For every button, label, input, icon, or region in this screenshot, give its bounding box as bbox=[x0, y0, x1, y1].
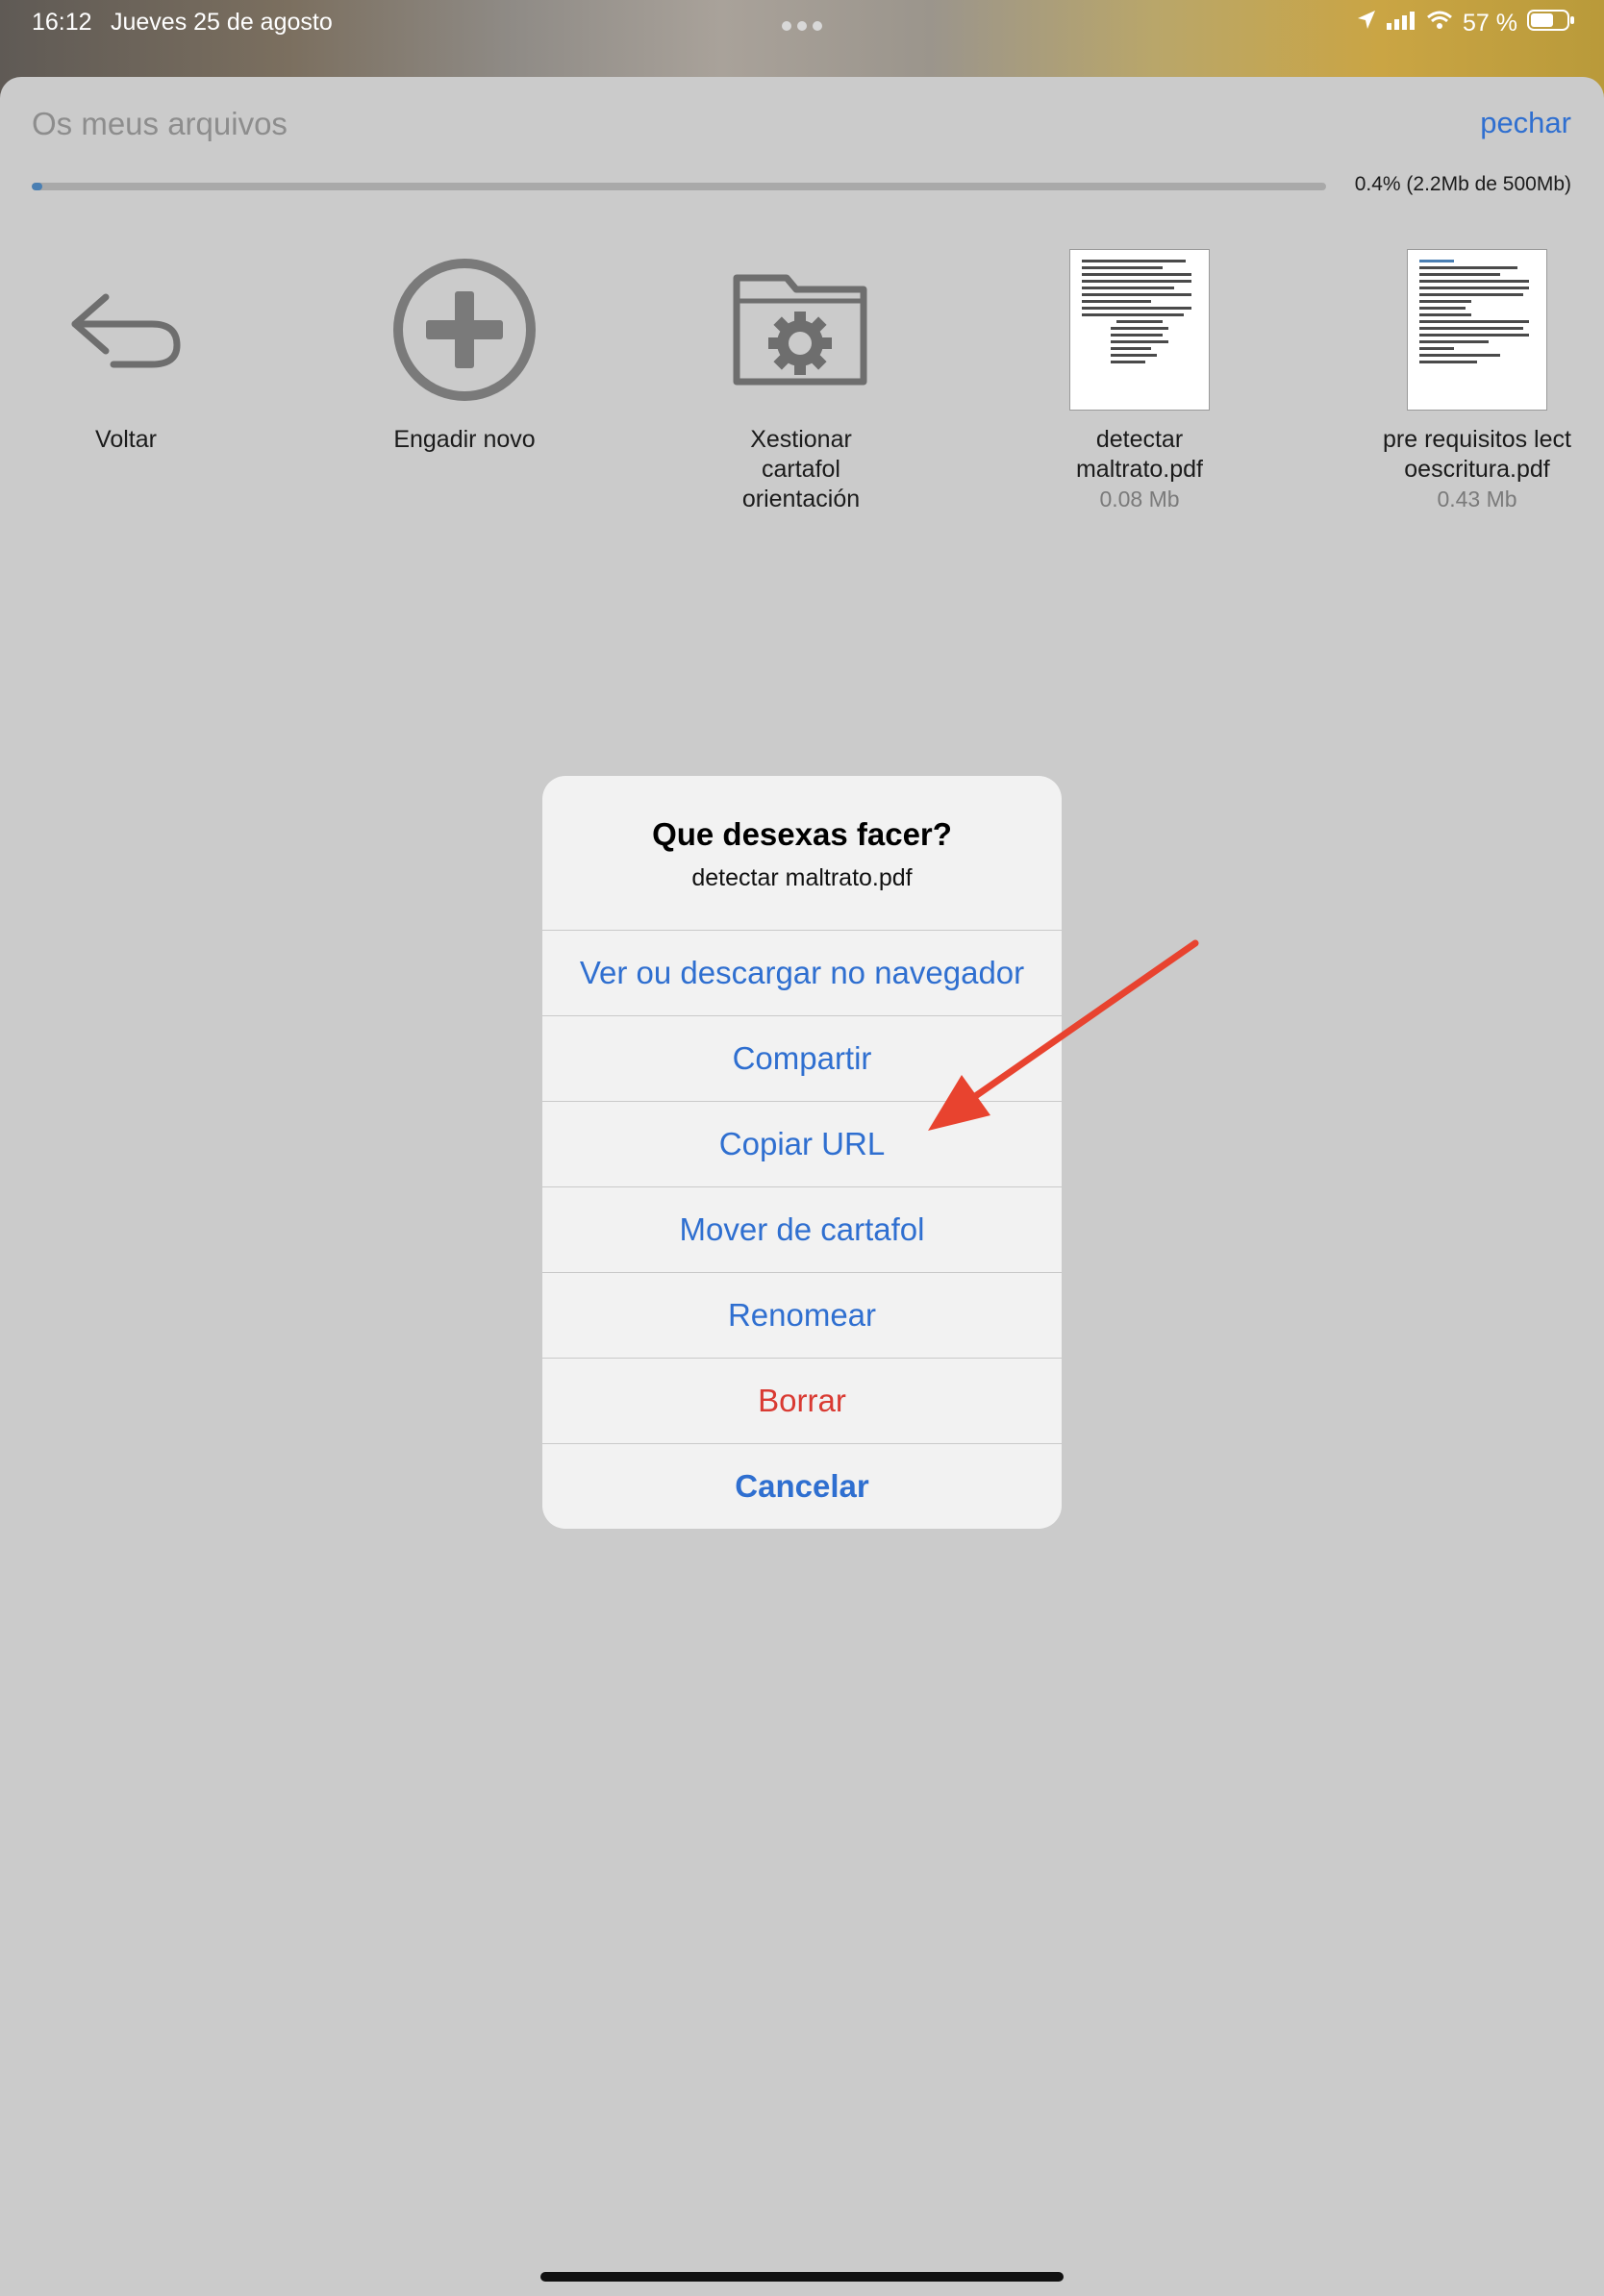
item-label: pre requisitos lectoescritura.pdf bbox=[1383, 426, 1571, 483]
status-bar: 16:12 Jueves 25 de agosto 57 % bbox=[0, 0, 1604, 46]
item-label: Voltar bbox=[95, 426, 157, 453]
status-date: Jueves 25 de agosto bbox=[111, 9, 333, 36]
delete-button[interactable]: Borrar bbox=[542, 1358, 1062, 1443]
folder-gear-icon bbox=[686, 248, 916, 412]
status-time: 16:12 bbox=[32, 9, 92, 36]
view-download-button[interactable]: Ver ou descargar no navegador bbox=[542, 930, 1062, 1015]
file-item-detectar-maltrato[interactable]: detectar maltrato.pdf 0.08 Mb bbox=[1024, 248, 1255, 514]
rename-button[interactable]: Renomear bbox=[542, 1272, 1062, 1358]
close-button[interactable]: pechar bbox=[1480, 106, 1571, 140]
item-size: 0.43 Mb bbox=[1437, 487, 1517, 512]
add-new-item[interactable]: Engadir novo bbox=[349, 248, 580, 455]
move-folder-button[interactable]: Mover de cartafol bbox=[542, 1186, 1062, 1272]
item-label: Engadir novo bbox=[393, 426, 536, 453]
pdf-thumbnail bbox=[1024, 248, 1255, 412]
pdf-thumbnail bbox=[1362, 248, 1592, 412]
back-arrow-icon bbox=[11, 248, 241, 412]
dialog-header: Que desexas facer? detectar maltrato.pdf bbox=[542, 776, 1062, 930]
copy-url-button[interactable]: Copiar URL bbox=[542, 1101, 1062, 1186]
storage-progress-bar bbox=[32, 183, 1326, 190]
item-label: detectar maltrato.pdf bbox=[1075, 426, 1203, 483]
item-label: Xestionar cartafol orientación bbox=[741, 426, 861, 512]
manage-folder-item[interactable]: Xestionar cartafol orientación bbox=[686, 248, 916, 514]
home-indicator[interactable] bbox=[540, 2272, 1064, 2282]
action-sheet-dialog: Que desexas facer? detectar maltrato.pdf… bbox=[542, 776, 1062, 1529]
signal-icon bbox=[1386, 10, 1416, 37]
battery-icon bbox=[1527, 9, 1575, 38]
battery-percent: 57 % bbox=[1463, 10, 1517, 37]
location-icon bbox=[1357, 10, 1376, 37]
plus-circle-icon bbox=[349, 248, 580, 412]
item-size: 0.08 Mb bbox=[1099, 487, 1180, 512]
file-item-pre-requisitos[interactable]: pre requisitos lectoescritura.pdf 0.43 M… bbox=[1362, 248, 1592, 514]
multitasking-dots-icon[interactable] bbox=[781, 11, 823, 38]
storage-usage-text: 0.4% (2.2Mb de 500Mb) bbox=[1354, 173, 1571, 195]
back-item[interactable]: Voltar bbox=[11, 248, 241, 455]
sheet-title: Os meus arquivos bbox=[32, 106, 288, 141]
status-indicators: 57 % bbox=[1357, 9, 1575, 38]
storage-progress-fill bbox=[32, 183, 42, 190]
wifi-icon bbox=[1426, 10, 1453, 37]
dialog-subtitle: detectar maltrato.pdf bbox=[691, 864, 913, 891]
cancel-button[interactable]: Cancelar bbox=[542, 1443, 1062, 1529]
dialog-title: Que desexas facer? bbox=[652, 816, 952, 852]
share-button[interactable]: Compartir bbox=[542, 1015, 1062, 1101]
